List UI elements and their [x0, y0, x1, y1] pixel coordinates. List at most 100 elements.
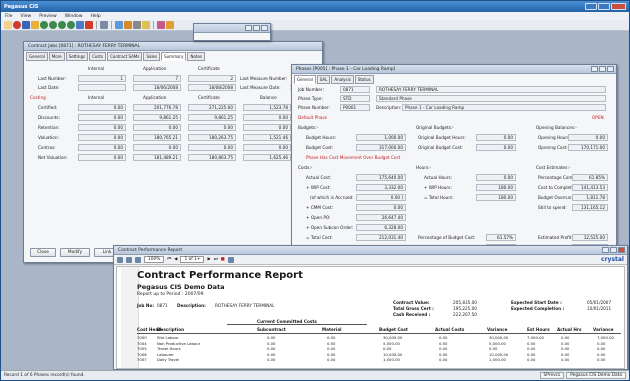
cost-row-label: = Total Cost:	[306, 235, 333, 240]
tab-contract-sams[interactable]: Contract SAMs	[107, 52, 143, 61]
previous-icon[interactable]	[49, 21, 57, 29]
job-number-field[interactable]: 0871	[340, 86, 370, 93]
maximize-button[interactable]	[610, 247, 617, 253]
close-icon[interactable]	[611, 3, 626, 10]
menu-file[interactable]: File	[5, 14, 13, 19]
search-icon[interactable]	[100, 21, 108, 29]
help-icon[interactable]	[142, 21, 150, 29]
tab-general[interactable]: General	[26, 52, 48, 61]
start-label: Expected Start Date :	[511, 300, 562, 305]
row-application: 201,776.78	[133, 104, 181, 111]
stop-icon[interactable]: ■	[221, 257, 225, 262]
last-page-icon[interactable]: ⏭	[214, 257, 218, 262]
tree-icon[interactable]	[135, 256, 141, 263]
tab-costs[interactable]: Costs	[89, 52, 107, 61]
budget-cost-label: Budget Cost:	[306, 145, 334, 150]
zoom-select[interactable]: 100%	[144, 256, 165, 263]
minimize-button[interactable]	[245, 25, 252, 31]
menu-help[interactable]: Help	[91, 14, 101, 19]
tab-status[interactable]: Status	[354, 75, 374, 84]
budget-cost-field[interactable]: 317,000.00	[356, 144, 406, 151]
budget-hours-field[interactable]: 1,000.00	[356, 134, 406, 141]
report-company: Pegasus CIS Demo Data	[137, 283, 225, 291]
row-label: Certified:	[38, 105, 58, 110]
delete-icon[interactable]	[85, 21, 93, 29]
orig-budget-cost-field[interactable]: 0.00	[476, 144, 516, 151]
description-label: Description:	[376, 105, 402, 110]
report-cell-est-hours: 7,000.00	[527, 335, 544, 340]
report-cell-subcontract: 0.00	[267, 346, 276, 351]
phase-titlebar: Phases [P005] : Phase 1 - Car Loading Ra…	[292, 65, 616, 74]
print-icon[interactable]	[117, 256, 123, 263]
first-icon[interactable]	[40, 21, 48, 29]
first-page-icon[interactable]: ⏮	[167, 257, 171, 262]
tab-settings[interactable]: Settings	[65, 52, 89, 61]
cost-row-label: + WIP Cost:	[306, 185, 331, 190]
last-icon[interactable]	[67, 21, 75, 29]
tab-sal[interactable]: SAL	[316, 75, 331, 84]
tab-notes[interactable]: Notes	[187, 52, 206, 61]
settings-icon[interactable]	[157, 21, 165, 29]
save-icon[interactable]	[22, 21, 30, 29]
row-label: Retention:	[38, 125, 60, 130]
report-preview: Contract Performance Report Pegasus CIS …	[116, 266, 625, 369]
col-internal: Internal	[88, 66, 105, 71]
opening-hours-field[interactable]: 0.00	[568, 134, 608, 141]
contract-titlebar: Contract Jobs [0871] : ROTHESAY FERRY TE…	[24, 42, 322, 51]
report-cell-est-hours: 0.00	[527, 357, 536, 362]
costing-heading: Costing	[30, 95, 46, 100]
open-icon[interactable]	[31, 21, 39, 29]
phase-number-field[interactable]: P0001	[340, 104, 370, 111]
tab-more[interactable]: More	[48, 52, 65, 61]
menu-view[interactable]: View	[21, 14, 32, 19]
maximize-button[interactable]	[598, 3, 610, 10]
tab-summary[interactable]: Summary	[161, 52, 187, 61]
next-icon[interactable]	[58, 21, 66, 29]
tab-analysis[interactable]: Analysis	[331, 75, 354, 84]
phase-type-field[interactable]: STD	[340, 95, 370, 102]
hour-row-value: 180.00	[476, 184, 516, 191]
status-badge: OPEN	[592, 115, 604, 120]
last-number-application: 7	[133, 75, 181, 82]
report-window: Contract Performance Report 100% ⏮ ◀ 1 o…	[113, 245, 628, 370]
report-cell-description: Site Labour	[157, 335, 179, 340]
opening-cost-field[interactable]: 170,171.00	[568, 144, 608, 151]
orig-budget-hours-label: Original Budget Hours:	[418, 135, 466, 140]
menu-preview[interactable]: Preview	[39, 14, 57, 19]
new-icon[interactable]	[4, 21, 12, 29]
cost-row-value: 0.00	[356, 204, 406, 211]
star-icon[interactable]	[166, 21, 174, 29]
col-internal-2: Internal	[88, 95, 105, 100]
stop-icon[interactable]	[13, 21, 21, 29]
job-no: 0871	[157, 303, 168, 308]
row-balance: 1,521.46	[243, 134, 291, 141]
back-icon[interactable]	[115, 21, 123, 29]
status-mode: SPrevcs	[539, 372, 565, 379]
export-icon[interactable]	[126, 256, 132, 263]
close-button[interactable]	[261, 25, 268, 31]
next-page-icon[interactable]: ▶	[207, 257, 210, 262]
close-button[interactable]	[607, 66, 614, 72]
prev-page-icon[interactable]: ◀	[174, 257, 177, 262]
row-internal: 0.00	[78, 104, 126, 111]
description-field[interactable]: Phase 1 - Car Loading Ramp	[402, 104, 606, 111]
maximize-button[interactable]	[253, 25, 260, 31]
menu-window[interactable]: Window	[65, 14, 83, 19]
report-icon[interactable]	[124, 21, 132, 29]
tab-general[interactable]: General	[294, 75, 316, 84]
hour-row-label: Actual Hours:	[424, 175, 453, 180]
maximize-button[interactable]	[599, 66, 606, 72]
tab-sales[interactable]: Sales	[143, 52, 161, 61]
minimize-button[interactable]	[602, 247, 609, 253]
close-button[interactable]: Close	[30, 248, 56, 257]
search-icon[interactable]	[227, 256, 234, 263]
modify-button[interactable]: Modify	[60, 248, 90, 257]
col-actual-costs: Actual Costs	[435, 327, 465, 332]
minimize-button[interactable]	[591, 66, 598, 72]
minimize-button[interactable]	[585, 3, 597, 10]
pct-budget-cost: 61.57%	[486, 234, 516, 241]
orig-budget-hours-field[interactable]: 0.00	[476, 134, 516, 141]
tools-icon[interactable]	[133, 21, 141, 29]
close-button[interactable]	[618, 247, 625, 253]
refresh-icon[interactable]	[76, 21, 84, 29]
